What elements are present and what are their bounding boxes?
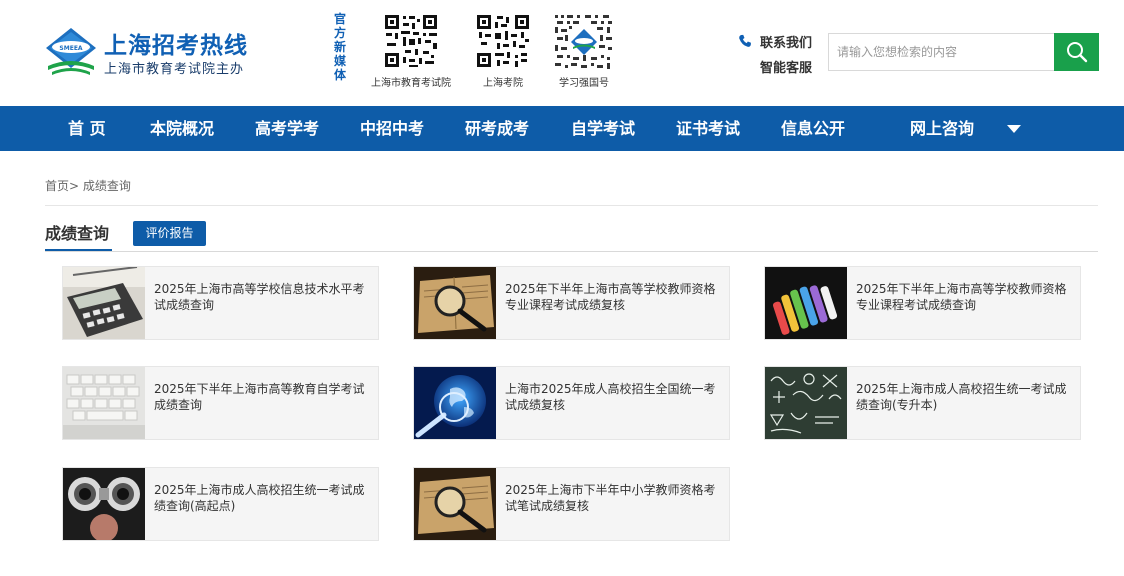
card-title: 2025年下半年上海市高等教育自学考试成绩查询 <box>154 382 365 412</box>
divider <box>45 251 1098 252</box>
result-card[interactable]: 2025年上海市高等学校信息技术水平考试成绩查询 <box>62 266 379 340</box>
contact-us-link[interactable]: 联系我们 <box>738 31 820 51</box>
nav-item-about[interactable]: 本院概况 <box>150 106 214 151</box>
nav-item-self-study[interactable]: 自学考试 <box>571 106 635 151</box>
main-nav: 首 页 本院概况 高考学考 中招中考 研考成考 自学考试 证书考试 信息公开 网… <box>0 106 1124 151</box>
calculator-thumbnail <box>63 267 145 339</box>
blackboard-thumbnail <box>765 367 847 439</box>
binoculars-thumbnail <box>63 468 145 540</box>
qr-code-icon <box>553 13 615 71</box>
breadcrumb[interactable]: 首页> 成绩查询 <box>45 177 131 194</box>
qr-caption: 上海市教育考试院 <box>371 78 451 89</box>
official-media-label: 官方新媒体 <box>333 12 346 82</box>
nav-item-online-consult[interactable]: 网上咨询 <box>910 106 974 151</box>
logo-subtitle: 上海市教育考试院主办 <box>104 62 245 77</box>
result-card[interactable]: 2025年下半年上海市高等教育自学考试成绩查询 <box>62 366 379 440</box>
magnifier-thumbnail <box>414 468 496 540</box>
card-title: 上海市2025年成人高校招生全国统一考试成绩复核 <box>505 382 716 412</box>
smart-service-link[interactable]: 智能客服 <box>738 57 820 76</box>
result-card[interactable]: 上海市2025年成人高校招生全国统一考试成绩复核 <box>413 366 730 440</box>
keyboard-thumbnail <box>63 367 145 439</box>
card-title: 2025年上海市高等学校信息技术水平考试成绩查询 <box>154 282 365 312</box>
nav-item-gaokao[interactable]: 高考学考 <box>255 106 319 151</box>
site-logo[interactable]: SMEEA 上海招考热线 上海市教育考试院主办 <box>44 24 254 80</box>
qr-code-exam-institute[interactable]: 上海市教育考试院 <box>366 13 456 89</box>
phone-icon <box>739 34 751 47</box>
result-card[interactable]: 2025年上海市成人高校招生统一考试成绩查询(专升本) <box>764 366 1081 440</box>
result-card[interactable]: 2025年上海市下半年中小学教师资格考试笔试成绩复核 <box>413 467 730 541</box>
site-header: SMEEA 上海招考热线 上海市教育考试院主办 官方新媒体 上海市教育考试院 上… <box>0 0 1124 106</box>
card-title: 2025年上海市下半年中小学教师资格考试笔试成绩复核 <box>505 483 716 513</box>
qr-caption: 上海考院 <box>483 78 523 89</box>
magnifier-thumbnail <box>414 267 496 339</box>
qr-caption: 学习强国号 <box>559 78 609 89</box>
contact-us-label: 联系我们 <box>760 35 813 51</box>
card-title: 2025年上海市成人高校招生统一考试成绩查询(专升本) <box>856 382 1067 412</box>
search-button[interactable] <box>1054 33 1099 71</box>
logo-emblem-icon: SMEEA <box>46 28 96 75</box>
qr-code-xuexi-qiangguo[interactable]: 学习强国号 <box>539 13 629 89</box>
contact-block: 联系我们 智能客服 <box>738 31 820 76</box>
result-card[interactable]: 2025年下半年上海市高等学校教师资格专业课程考试成绩查询 <box>764 266 1081 340</box>
section-title: 成绩查询 <box>45 224 110 243</box>
nav-item-certificate[interactable]: 证书考试 <box>676 106 740 151</box>
divider <box>45 205 1098 206</box>
chalk-thumbnail <box>765 267 847 339</box>
result-card[interactable]: 2025年上海市成人高校招生统一考试成绩查询(高起点) <box>62 467 379 541</box>
nav-more-chevron-down-icon[interactable] <box>1007 125 1021 133</box>
result-card[interactable]: 2025年下半年上海市高等学校教师资格专业课程考试成绩复核 <box>413 266 730 340</box>
nav-item-home[interactable]: 首 页 <box>68 106 106 151</box>
logo-title: 上海招考热线 <box>104 33 248 59</box>
qr-code-icon <box>475 13 531 69</box>
nav-item-yankao[interactable]: 研考成考 <box>465 106 529 151</box>
logo-badge-text: SMEEA <box>59 45 82 52</box>
card-title: 2025年下半年上海市高等学校教师资格专业课程考试成绩复核 <box>505 282 716 312</box>
search-input[interactable] <box>829 34 1054 70</box>
globe-thumbnail <box>414 367 496 439</box>
evaluation-report-button[interactable]: 评价报告 <box>133 221 206 246</box>
qr-code-icon <box>383 13 439 69</box>
search-bar <box>828 33 1099 71</box>
card-title: 2025年上海市成人高校招生统一考试成绩查询(高起点) <box>154 483 365 513</box>
card-title: 2025年下半年上海市高等学校教师资格专业课程考试成绩查询 <box>856 282 1067 312</box>
nav-item-info-public[interactable]: 信息公开 <box>781 106 845 151</box>
search-icon <box>1066 42 1087 63</box>
qr-code-shanghai-kaoyuan[interactable]: 上海考院 <box>458 13 548 89</box>
nav-item-zhongkao[interactable]: 中招中考 <box>360 106 424 151</box>
